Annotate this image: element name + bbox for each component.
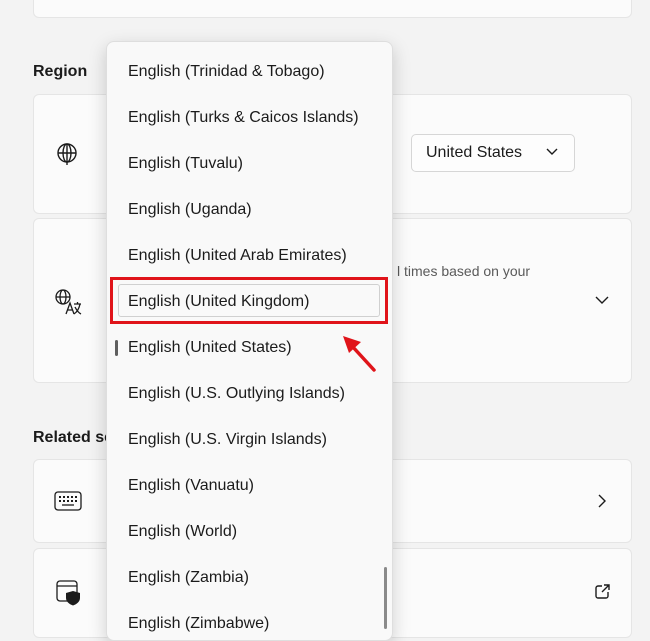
language-format-icon	[55, 289, 82, 315]
country-region-value: United States	[426, 144, 523, 161]
language-option[interactable]: English (Tuvalu)	[107, 143, 392, 185]
hover-outline	[118, 284, 380, 317]
regional-format-description: l times based on your	[397, 263, 531, 279]
language-option-label: English (United Arab Emirates)	[128, 247, 347, 264]
language-option-label: English (Zimbabwe)	[128, 615, 270, 632]
language-option-label: English (Tuvalu)	[128, 155, 244, 172]
language-option-label: English (U.S. Virgin Islands)	[128, 431, 327, 448]
language-option-label: English (Vanuatu)	[128, 477, 254, 494]
language-option-label: English (Zambia)	[128, 569, 249, 586]
language-option-label: English (Turks & Caicos Islands)	[128, 109, 359, 126]
chevron-down-icon	[546, 148, 558, 155]
language-option-label: English (U.S. Outlying Islands)	[128, 385, 345, 402]
annotation-highlight-box	[110, 277, 388, 324]
language-option[interactable]: English (Zambia)	[107, 557, 392, 599]
keyboard-icon	[54, 491, 82, 511]
language-option[interactable]: English (Turks & Caicos Islands)	[107, 97, 392, 139]
chevron-down-icon[interactable]	[595, 296, 609, 305]
top-card	[33, 0, 632, 18]
dropdown-scrollbar-thumb[interactable]	[384, 567, 387, 629]
language-option[interactable]: English (Zimbabwe)	[107, 603, 392, 640]
region-heading: Region	[33, 63, 88, 80]
red-pointer-arrow-icon	[343, 336, 376, 372]
language-option[interactable]: English (Vanuatu)	[107, 465, 392, 507]
security-shield-icon	[56, 580, 80, 606]
chevron-right-icon[interactable]	[598, 494, 606, 508]
related-settings-heading: Related se	[33, 429, 114, 446]
globe-icon	[57, 143, 77, 165]
language-option[interactable]: English (U.S. Virgin Islands)	[107, 419, 392, 461]
language-option-label: English (United States)	[128, 339, 292, 356]
language-option[interactable]: English (United Arab Emirates)	[107, 235, 392, 277]
language-option-label: English (Uganda)	[128, 201, 252, 218]
language-option-label: English (Trinidad & Tobago)	[128, 63, 325, 80]
country-region-combobox[interactable]: United States	[411, 134, 575, 172]
language-option[interactable]: English (Uganda)	[107, 189, 392, 231]
language-option[interactable]: English (World)	[107, 511, 392, 553]
language-option[interactable]: English (Trinidad & Tobago)	[107, 51, 392, 93]
language-option-label: English (World)	[128, 523, 238, 540]
external-link-icon[interactable]	[593, 583, 611, 601]
language-option[interactable]: English (U.S. Outlying Islands)	[107, 373, 392, 415]
